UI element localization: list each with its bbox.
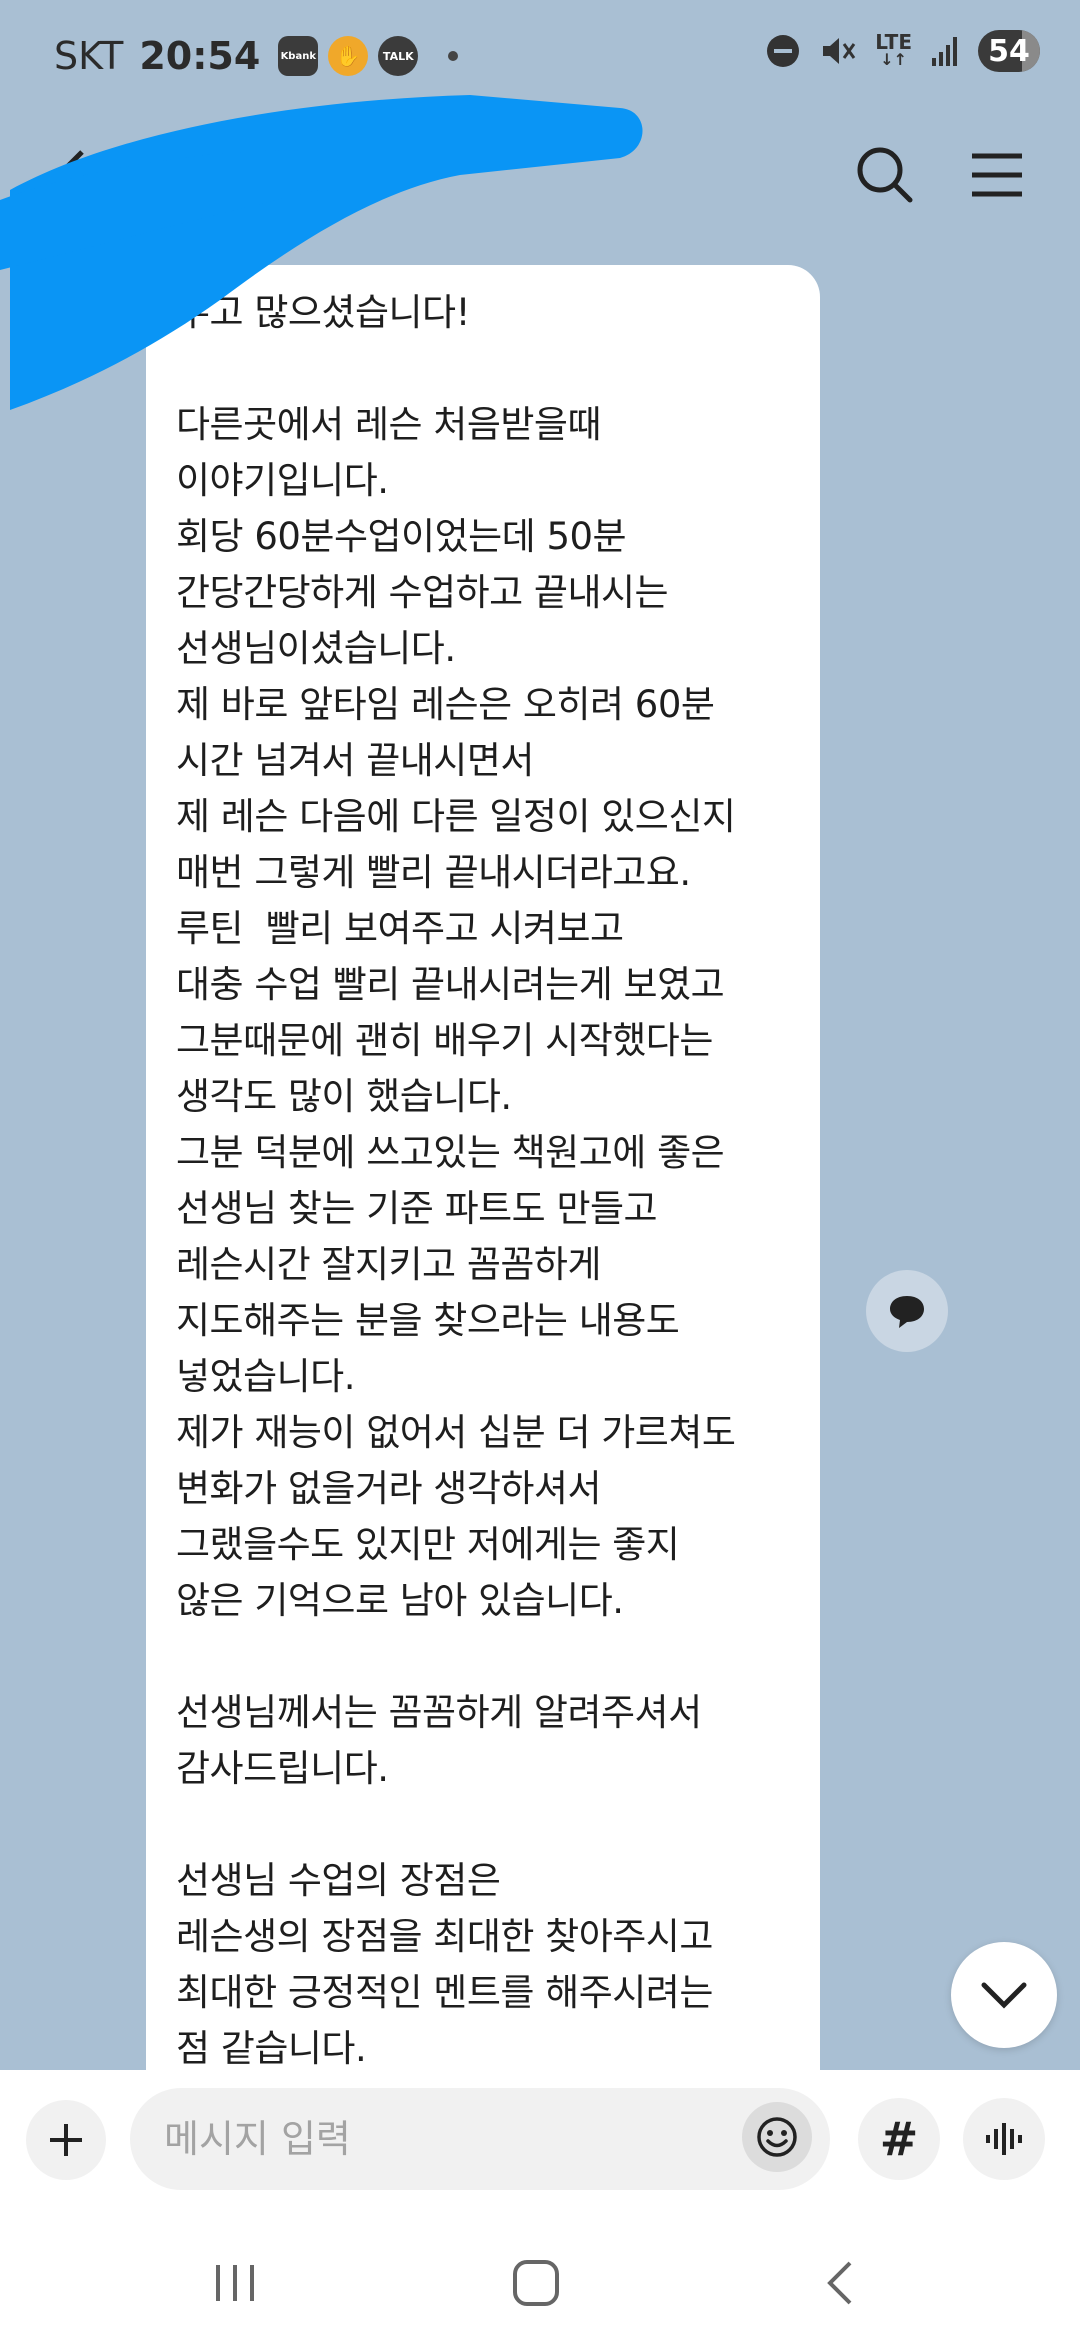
- kbank-icon: Kbank: [278, 36, 319, 76]
- hamburger-menu-icon[interactable]: [962, 140, 1032, 210]
- comment-button[interactable]: [866, 1270, 948, 1352]
- status-bar: SKT 20:54 Kbank ✋ TALK LTE ↓↑ 54: [0, 0, 1080, 120]
- home-button[interactable]: [496, 2248, 576, 2318]
- battery-indicator: 54: [978, 30, 1040, 72]
- home-icon: [513, 2260, 559, 2306]
- talk-icon: TALK: [378, 36, 419, 76]
- back-arrow-icon[interactable]: [44, 142, 104, 202]
- chevron-down-icon: [981, 1982, 1027, 2009]
- more-notifications-dot-icon: [448, 51, 459, 61]
- system-nav-bar: [0, 2210, 1080, 2340]
- recents-icon: [216, 2265, 254, 2301]
- recents-button[interactable]: [195, 2248, 275, 2318]
- scroll-to-bottom-button[interactable]: [951, 1942, 1057, 2048]
- back-icon: [827, 2261, 852, 2305]
- plus-icon: [50, 2124, 82, 2156]
- nav-back-button[interactable]: [800, 2248, 880, 2318]
- message-bubble[interactable]: 수고 많으셨습니다! 다른곳에서 레슨 처음받을때 이야기입니다. 회당 60분…: [146, 265, 820, 2105]
- network-indicator: LTE ↓↑: [875, 30, 912, 69]
- voice-icon: [986, 2123, 1022, 2155]
- message-text: 수고 많으셨습니다! 다른곳에서 레슨 처음받을때 이야기입니다. 회당 60분…: [176, 291, 736, 2070]
- battery-level: 54: [988, 33, 1030, 69]
- search-icon[interactable]: [850, 140, 920, 210]
- attach-plus-button[interactable]: [26, 2100, 106, 2180]
- network-type-label: LTE: [875, 30, 912, 54]
- emoji-button[interactable]: [742, 2102, 812, 2172]
- voice-button[interactable]: [963, 2098, 1045, 2180]
- chat-header: [0, 120, 1080, 230]
- emoji-icon: [757, 2117, 797, 2157]
- do-not-disturb-icon: [767, 35, 800, 67]
- mute-icon: [823, 38, 856, 64]
- message-input-bar: #: [0, 2070, 1080, 2210]
- message-input[interactable]: [130, 2088, 830, 2190]
- speech-bubble-icon: [890, 1296, 924, 1328]
- coin-icon: ✋: [328, 36, 369, 76]
- hashtag-button[interactable]: #: [858, 2098, 940, 2180]
- signal-icon: [932, 37, 957, 66]
- clock: 20:54: [139, 34, 261, 78]
- carrier-label: SKT: [54, 34, 124, 78]
